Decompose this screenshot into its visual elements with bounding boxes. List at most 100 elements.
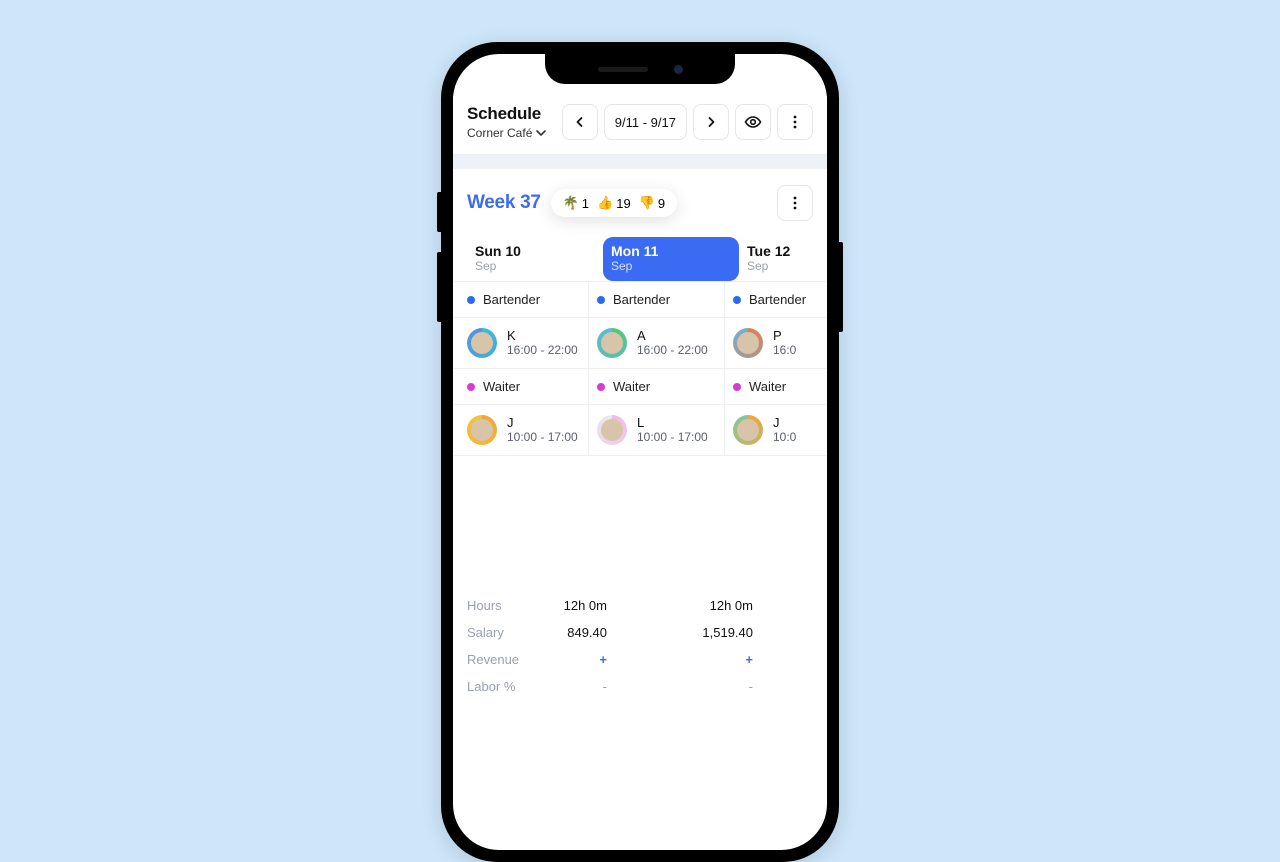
role-dot: [467, 296, 475, 304]
more-vertical-icon: [787, 114, 803, 130]
role-header-bartender: Bartender: [453, 282, 588, 318]
page-title: Schedule: [467, 104, 546, 124]
employee-initial: P: [773, 329, 796, 343]
week-row: Week 37 🌴1 👍19 👎9: [453, 169, 827, 227]
date-range-button[interactable]: 9/11 - 9/17: [604, 104, 687, 140]
chevron-down-icon: [536, 128, 546, 138]
thumbs-down-icon: 👎: [639, 195, 655, 211]
day-month: Sep: [611, 259, 729, 273]
more-button[interactable]: [777, 104, 813, 140]
shift-time: 16:00 - 22:00: [637, 343, 708, 357]
role-header-waiter: Waiter: [725, 369, 827, 405]
day-tab-sun[interactable]: Sun 10 Sep: [467, 237, 603, 281]
visibility-button[interactable]: [735, 104, 771, 140]
stat-label: Hours: [467, 598, 547, 613]
header: Schedule Corner Café 9/11 - 9/17: [453, 96, 827, 155]
role-label: Bartender: [749, 292, 806, 307]
stat-row-hours: Hours 12h 0m 12h 0m: [453, 592, 827, 619]
palm-count: 1: [582, 196, 589, 211]
role-header-waiter: Waiter: [589, 369, 724, 405]
stat-label: Revenue: [467, 652, 547, 667]
stat-value: 12h 0m: [683, 598, 753, 613]
day-label: Tue 12: [747, 243, 827, 259]
add-revenue-button[interactable]: +: [683, 652, 753, 667]
location-selector[interactable]: Corner Café: [467, 126, 546, 140]
employee-initial: L: [637, 416, 708, 430]
stats-panel: Hours 12h 0m 12h 0m Salary 849.40 1,519.…: [453, 586, 827, 700]
add-revenue-button[interactable]: +: [547, 652, 607, 667]
day-month: Sep: [747, 259, 827, 273]
role-dot: [597, 296, 605, 304]
day-label: Sun 10: [475, 243, 593, 259]
role-header-bartender: Bartender: [725, 282, 827, 318]
shift-time: 10:00 - 17:00: [637, 430, 708, 444]
shift-time: 16:00 - 22:00: [507, 343, 578, 357]
phone-frame: Schedule Corner Café 9/11 - 9/17: [441, 42, 839, 862]
role-dot: [733, 383, 741, 391]
stat-row-salary: Salary 849.40 1,519.40: [453, 619, 827, 646]
shift-time: 10:0: [773, 430, 796, 444]
role-label: Waiter: [749, 379, 786, 394]
role-header-waiter: Waiter: [453, 369, 588, 405]
prev-week-button[interactable]: [562, 104, 598, 140]
role-label: Waiter: [483, 379, 520, 394]
employee-initial: K: [507, 329, 578, 343]
next-week-button[interactable]: [693, 104, 729, 140]
arrow-right-icon: [704, 115, 718, 129]
role-header-bartender: Bartender: [589, 282, 724, 318]
thumbs-down-count: 9: [658, 196, 665, 211]
schedule-grid: Bartender K 16:00 - 22:00 Waiter: [453, 281, 827, 456]
employee-initial: J: [773, 416, 796, 430]
stat-value: -: [547, 679, 607, 694]
eye-icon: [744, 113, 762, 131]
stat-value: 1,519.40: [683, 625, 753, 640]
shift-cell[interactable]: J 10:0: [725, 405, 827, 456]
role-dot: [733, 296, 741, 304]
thumbs-up-count: 19: [616, 196, 630, 211]
stat-row-labor: Labor % - -: [453, 673, 827, 700]
screen: Schedule Corner Café 9/11 - 9/17: [453, 54, 827, 850]
notch: [545, 54, 735, 84]
shift-time: 16:0: [773, 343, 796, 357]
day-month: Sep: [475, 259, 593, 273]
section-divider: [453, 155, 827, 169]
week-label: Week 37: [467, 192, 541, 214]
shift-cell[interactable]: L 10:00 - 17:00: [589, 405, 724, 456]
stat-label: Salary: [467, 625, 547, 640]
shift-cell[interactable]: J 10:00 - 17:00: [453, 405, 588, 456]
role-label: Waiter: [613, 379, 650, 394]
stat-value: 849.40: [547, 625, 607, 640]
avatar: [467, 415, 497, 445]
avatar: [597, 415, 627, 445]
more-vertical-icon: [787, 195, 803, 211]
employee-initial: A: [637, 329, 708, 343]
arrow-left-icon: [573, 115, 587, 129]
week-stats-chip[interactable]: 🌴1 👍19 👎9: [551, 189, 678, 217]
empty-space: [453, 456, 827, 586]
shift-cell[interactable]: P 16:0: [725, 318, 827, 369]
thumbs-up-icon: 👍: [597, 195, 613, 211]
stat-value: -: [683, 679, 753, 694]
avatar: [467, 328, 497, 358]
day-column: Bartender K 16:00 - 22:00 Waiter: [453, 282, 589, 456]
role-label: Bartender: [613, 292, 670, 307]
day-tabs: Sun 10 Sep Mon 11 Sep Tue 12 Sep: [453, 227, 827, 281]
day-column: Bartender A 16:00 - 22:00 Waiter: [589, 282, 725, 456]
stat-label: Labor %: [467, 679, 547, 694]
shift-cell[interactable]: K 16:00 - 22:00: [453, 318, 588, 369]
day-tab-tue[interactable]: Tue 12 Sep: [739, 237, 827, 281]
location-label: Corner Café: [467, 126, 532, 140]
avatar: [733, 328, 763, 358]
role-dot: [467, 383, 475, 391]
avatar: [597, 328, 627, 358]
stat-value: 12h 0m: [547, 598, 607, 613]
shift-cell[interactable]: A 16:00 - 22:00: [589, 318, 724, 369]
day-label: Mon 11: [611, 243, 729, 259]
shift-time: 10:00 - 17:00: [507, 430, 578, 444]
date-range-label: 9/11 - 9/17: [615, 115, 676, 130]
role-dot: [597, 383, 605, 391]
day-column: Bartender P 16:0 Waiter: [725, 282, 827, 456]
day-tab-mon[interactable]: Mon 11 Sep: [603, 237, 739, 281]
week-more-button[interactable]: [777, 185, 813, 221]
employee-initial: J: [507, 416, 578, 430]
